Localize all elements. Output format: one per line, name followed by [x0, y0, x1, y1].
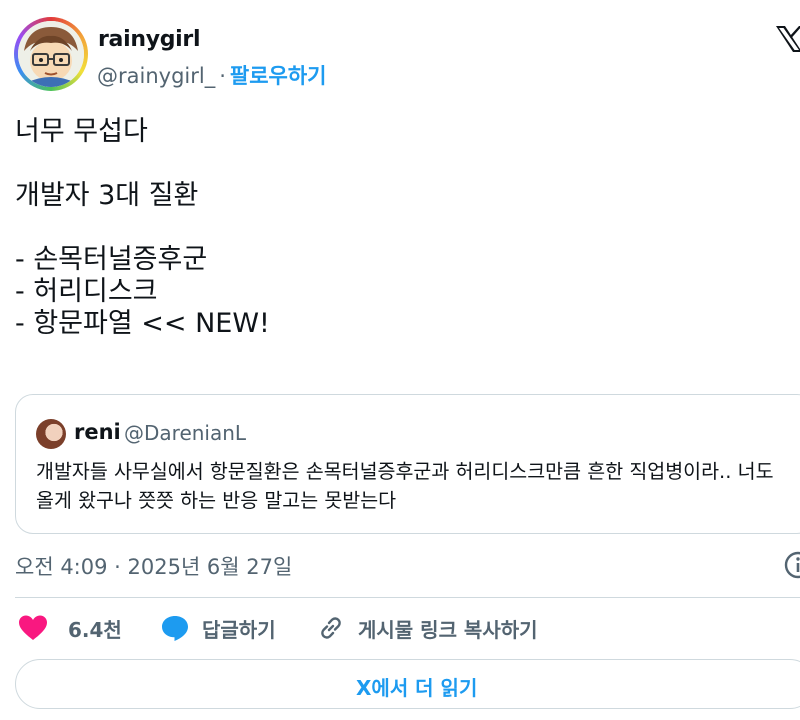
speech-bubble-icon [162, 616, 188, 641]
copy-link-label: 게시물 링크 복사하기 [358, 617, 538, 642]
link-icon [321, 617, 341, 639]
author-handle-row: @rainygirl_ · 팔로우하기 [97, 60, 327, 90]
like-count: 6.4천 [68, 617, 122, 642]
author-handle[interactable]: @rainygirl_ [97, 64, 215, 88]
x-logo-icon[interactable] [774, 24, 800, 54]
reply-label: 답글하기 [202, 617, 276, 642]
quoted-tweet-card[interactable]: reni @DarenianL 개발자들 사무실에서 항문질환은 손목터널증후군… [15, 394, 800, 534]
separator-dot: · [219, 64, 226, 88]
avatar[interactable] [14, 17, 88, 91]
author-name[interactable]: rainygirl [98, 27, 201, 52]
info-icon[interactable] [783, 550, 800, 580]
quote-author-handle: @DarenianL [124, 421, 247, 445]
follow-button[interactable]: 팔로우하기 [230, 64, 327, 88]
tweet-text: 너무 무섭다 개발자 3대 질환 - 손목터널증후군 - 허리디스크 - 항문파… [15, 116, 270, 339]
avatar-image [18, 21, 84, 87]
timestamp-link[interactable]: 오전 4:09 · 2025년 6월 27일 [15, 551, 292, 581]
read-more-label: X에서 더 읽기 [356, 676, 478, 700]
like-button[interactable]: 6.4천 [18, 612, 122, 644]
heart-icon [19, 615, 47, 640]
quote-avatar [36, 419, 66, 449]
divider [15, 597, 800, 598]
copy-link-button[interactable]: 게시물 링크 복사하기 [316, 612, 538, 644]
read-more-button[interactable]: X에서 더 읽기 [15, 659, 800, 709]
quote-text: 개발자들 사무실에서 항문질환은 손목터널증후군과 허리디스크만큼 흔한 직업병… [36, 460, 774, 512]
quote-author-name: reni [74, 420, 121, 444]
reply-button[interactable]: 답글하기 [160, 612, 276, 644]
